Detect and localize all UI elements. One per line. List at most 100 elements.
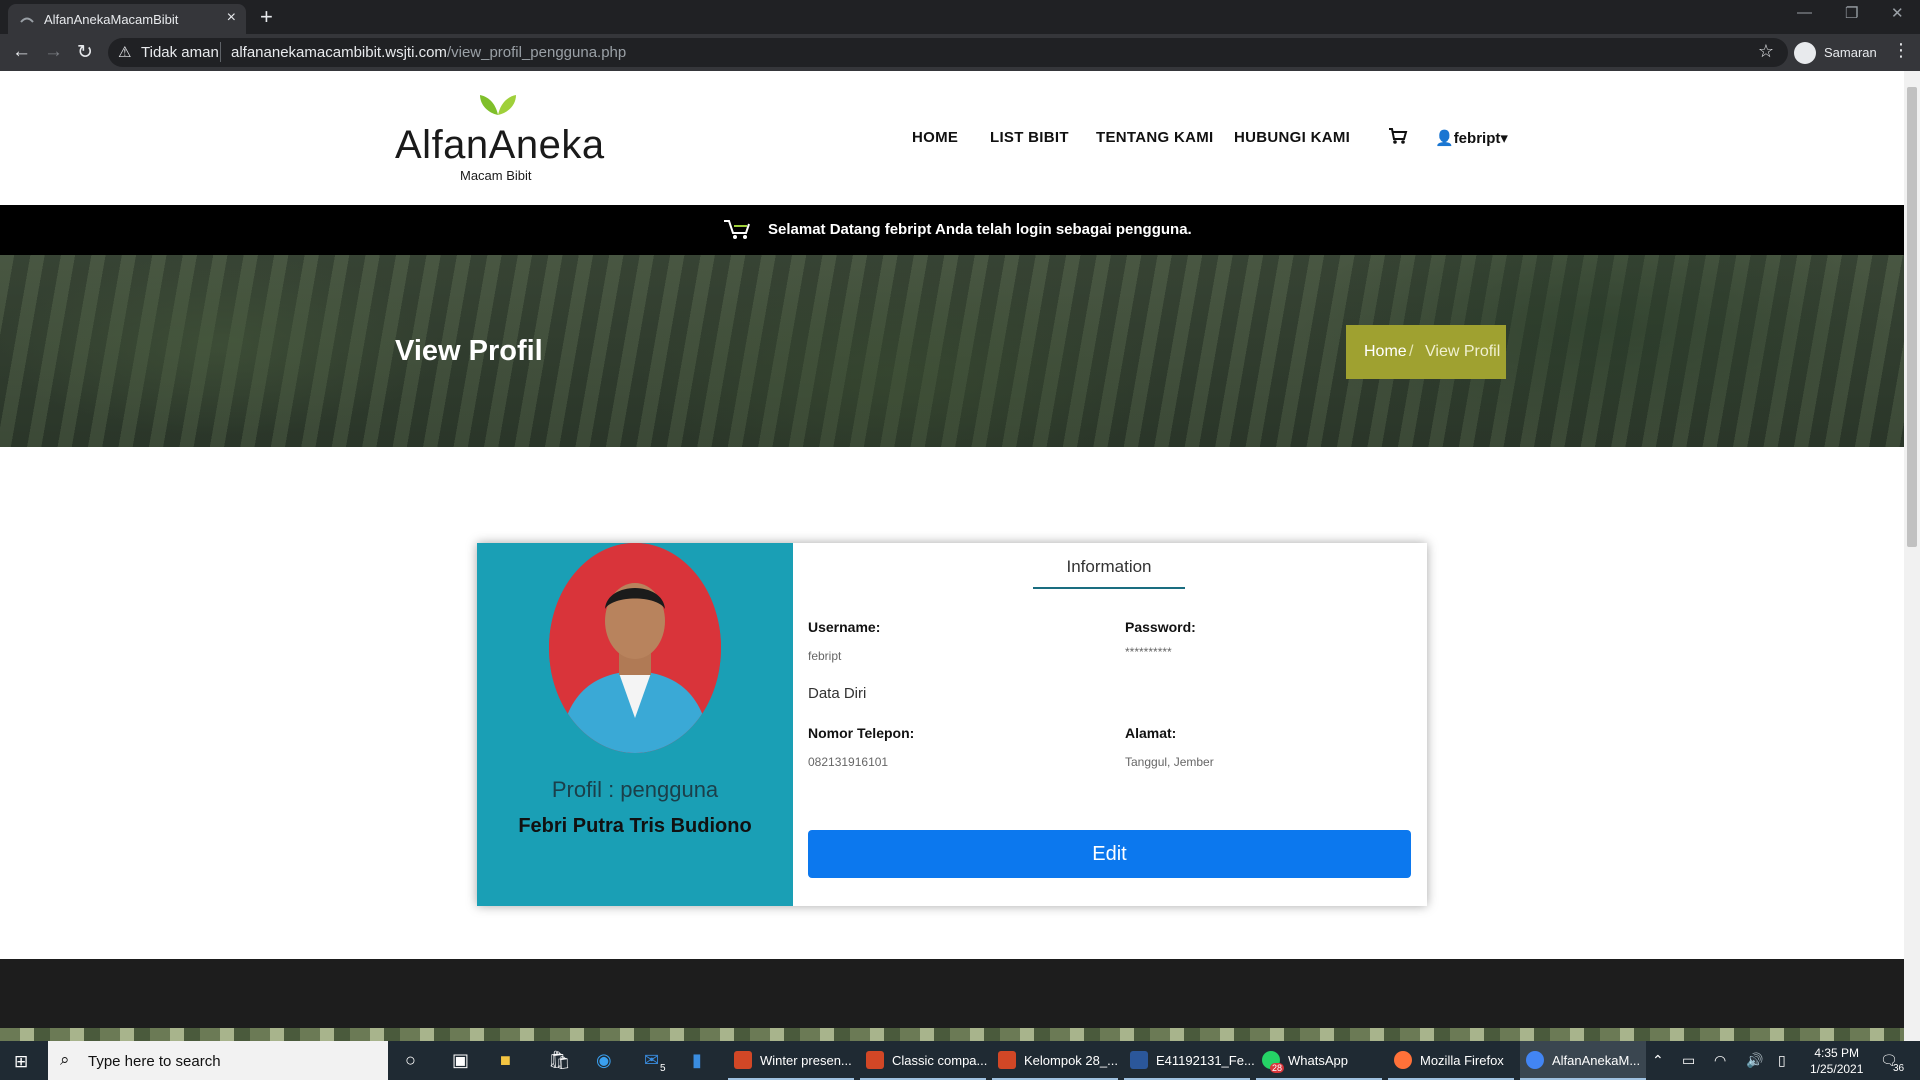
taskbar-app-label: E41192131_Fe... (1156, 1053, 1255, 1068)
tab-information[interactable]: Information (1033, 557, 1185, 577)
close-tab-icon[interactable]: × (227, 9, 236, 27)
search-icon: ⌕ (60, 1050, 70, 1069)
person-avatar-icon (549, 543, 721, 753)
minimize-icon[interactable]: — (1797, 4, 1812, 21)
breadcrumb-separator: / (1409, 343, 1414, 360)
welcome-middle: Anda telah login sebagai (931, 221, 1116, 238)
taskbar-clock[interactable]: 4:35 PM 1/25/2021 (1810, 1045, 1863, 1077)
address-separator (220, 42, 221, 62)
username-value: febript (808, 649, 842, 663)
user-icon: 👤 (1435, 130, 1454, 147)
new-tab-icon[interactable]: + (260, 4, 273, 30)
taskbar-app-powerpoint-2[interactable]: Classic compa... (860, 1041, 988, 1080)
breadcrumb-current: View Profil (1425, 343, 1501, 360)
scrollbar-thumb[interactable] (1907, 87, 1917, 547)
taskbar-app-chrome[interactable]: AlfanAnekaM... (1520, 1041, 1646, 1080)
forward-icon[interactable]: → (44, 41, 63, 63)
chevron-down-icon: ▾ (1500, 130, 1508, 147)
edit-button[interactable]: Edit (808, 830, 1411, 878)
notification-badge: 36 (1893, 1063, 1905, 1074)
nav-home[interactable]: HOME (912, 129, 958, 146)
task-view-icon[interactable]: ▣ (452, 1050, 469, 1071)
taskbar-app-label: AlfanAnekaM... (1552, 1053, 1641, 1068)
page-viewport: AlfanAneka Macam Bibit HOME LIST BIBIT T… (0, 71, 1904, 1041)
data-diri-heading: Data Diri (808, 685, 867, 702)
cart-icon[interactable] (1388, 127, 1408, 145)
taskbar-app-powerpoint-1[interactable]: Winter presen... (728, 1041, 854, 1080)
windows-taskbar: ⊞ ⌕ Type here to search ○ ▣ ■ 🛍 ◉ ✉ 5 ▮ … (0, 1041, 1920, 1080)
taskbar-app-label: Classic compa... (892, 1053, 988, 1068)
welcome-user: febript (884, 221, 932, 238)
browser-toolbar: ← → ↻ ⚠ Tidak aman alfananekamacambibit.… (0, 34, 1920, 71)
profile-photo (549, 543, 721, 753)
welcome-prefix: Selamat Datang (768, 221, 885, 238)
nav-tentang-kami[interactable]: TENTANG KAMI (1096, 129, 1213, 146)
address-bar[interactable]: ⚠ Tidak aman alfananekamacambibit.wsjti.… (108, 38, 1788, 67)
logo-subtext: Macam Bibit (460, 168, 532, 183)
powerpoint-icon (734, 1051, 752, 1069)
cortana-icon[interactable]: ○ (405, 1050, 416, 1071)
word-icon (1130, 1051, 1148, 1069)
notes-app-icon[interactable]: ▮ (692, 1050, 702, 1071)
browser-tab-bar: AlfanAnekaMacamBibit × + — ❐ ✕ (0, 0, 1920, 34)
nav-hubungi-kami[interactable]: HUBUNGI KAMI (1234, 129, 1350, 146)
profile-summary-panel: Profil : pengguna Febri Putra Tris Budio… (477, 543, 793, 906)
show-hidden-icons-icon[interactable]: ⌃ (1652, 1052, 1664, 1069)
wifi-icon[interactable]: ◠ (1714, 1052, 1726, 1069)
logo-text[interactable]: AlfanAneka (395, 123, 605, 168)
breadcrumb-home[interactable]: Home (1364, 343, 1407, 361)
footer-image-strip (0, 1028, 1904, 1041)
profile-name: Samaran (1824, 45, 1877, 60)
password-label: Password: (1125, 619, 1196, 635)
phone-value: 082131916101 (808, 755, 889, 769)
page-scrollbar[interactable] (1904, 71, 1920, 1041)
nav-list-bibit[interactable]: LIST BIBIT (990, 129, 1069, 146)
clock-date: 1/25/2021 (1810, 1062, 1864, 1076)
close-window-icon[interactable]: ✕ (1891, 4, 1904, 22)
taskbar-app-label: Winter presen... (760, 1053, 852, 1068)
page-title: View Profil (395, 335, 543, 367)
leaf-logo-icon[interactable] (478, 91, 518, 117)
tab-active-indicator (1033, 587, 1185, 589)
restore-icon[interactable]: ❐ (1845, 4, 1858, 22)
volume-icon[interactable]: 🔊 (1746, 1052, 1763, 1069)
taskbar-app-label: WhatsApp (1288, 1053, 1348, 1068)
browser-menu-icon[interactable]: ⋮ (1892, 40, 1910, 61)
back-icon[interactable]: ← (12, 41, 31, 63)
store-icon[interactable]: 🛍 (548, 1050, 571, 1071)
taskbar-app-label: Mozilla Firefox (1420, 1053, 1504, 1068)
address-value: Tanggul, Jember (1125, 755, 1214, 769)
address-label: Alamat: (1125, 725, 1177, 741)
clock-time: 4:35 PM (1814, 1046, 1860, 1060)
username-label: Username: (808, 619, 881, 635)
taskbar-app-word[interactable]: E41192131_Fe... (1124, 1041, 1255, 1080)
profile-role: Profil : pengguna (551, 777, 719, 802)
battery-icon[interactable]: ▭ (1682, 1052, 1695, 1069)
welcome-message: Selamat Datang febript Anda telah login … (768, 221, 1192, 238)
tab-title: AlfanAnekaMacamBibit (44, 12, 179, 27)
usb-icon[interactable]: ▯ (1778, 1052, 1786, 1069)
welcome-bar: Selamat Datang febript Anda telah login … (0, 205, 1904, 255)
taskbar-app-whatsapp[interactable]: 28 WhatsApp (1256, 1041, 1382, 1080)
welcome-role: pengguna (1115, 221, 1188, 238)
breadcrumb: Home / View Profil (1346, 325, 1506, 379)
warning-icon: ⚠ (118, 44, 132, 61)
url-host: alfananekamacambibit.wsjti.com (231, 44, 447, 61)
whatsapp-badge: 28 (1270, 1063, 1285, 1073)
browser-tab[interactable]: AlfanAnekaMacamBibit × (8, 4, 246, 34)
edge-icon[interactable]: ◉ (596, 1050, 612, 1071)
taskbar-app-firefox[interactable]: Mozilla Firefox (1388, 1041, 1514, 1080)
phone-label: Nomor Telepon: (808, 725, 915, 741)
taskbar-app-powerpoint-3[interactable]: Kelompok 28_... (992, 1041, 1118, 1080)
taskbar-app-label: Kelompok 28_... (1024, 1053, 1118, 1068)
bookmark-star-icon[interactable]: ☆ (1758, 41, 1774, 62)
profile-card: Profil : pengguna Febri Putra Tris Budio… (477, 543, 1427, 906)
user-menu[interactable]: 👤febript▾ (1435, 129, 1508, 147)
taskbar-search[interactable]: ⌕ Type here to search (48, 1041, 388, 1080)
site-header: AlfanAneka Macam Bibit HOME LIST BIBIT T… (0, 71, 1904, 205)
windows-start-icon[interactable]: ⊞ (14, 1052, 28, 1072)
reload-icon[interactable]: ↻ (77, 41, 93, 64)
file-explorer-icon[interactable]: ■ (500, 1050, 511, 1071)
mail-icon[interactable]: ✉ (644, 1050, 659, 1071)
user-name: febript (1453, 130, 1501, 147)
